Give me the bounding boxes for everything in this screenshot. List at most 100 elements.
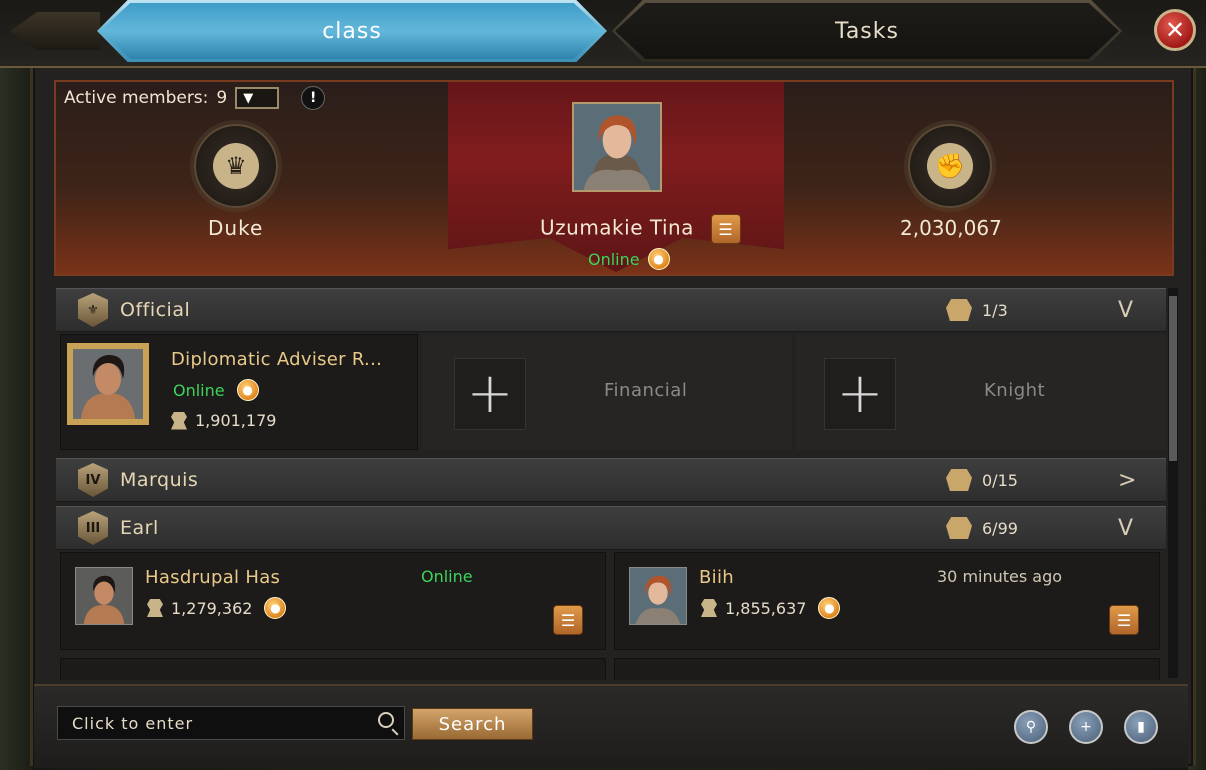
add-knight-button[interactable]: + [824,358,896,430]
tab-class-label: class [322,18,382,44]
section-earl-count-text: 6/99 [982,518,1018,538]
left-wing-deco [10,12,100,50]
tab-class[interactable]: class [97,0,607,62]
member-power-value: 1,855,637 [725,598,807,618]
power-emblem: ✊ [908,124,992,208]
knight-slot[interactable]: + Knight [796,334,1166,450]
official-member-status-text: Online [173,380,225,400]
scrollbar-thumb[interactable] [1169,296,1177,461]
member-menu-button[interactable]: ☰ [1109,605,1139,635]
plus-icon: + [836,361,884,426]
fire-icon: ● [264,597,287,619]
rank-title: Duke [208,216,264,240]
active-members: Active members: 9 ▼ ! [64,86,326,110]
member-power: 1,855,637 ● [701,597,841,619]
locate-member-button[interactable]: ⚲ [1014,710,1048,744]
leader-avatar[interactable] [572,102,662,192]
leader-name: Uzumakie Tina [540,215,694,240]
member-name: Hasdrupal Has [145,567,281,588]
section-earl-toggle[interactable]: V [1118,516,1133,541]
filter-button[interactable]: ▼ [235,87,280,109]
official-member-name: Diplomatic Adviser R... [171,349,383,370]
close-button[interactable]: ✕ [1154,9,1196,51]
member-list[interactable]: ⚜ Official 1/3 V Diplomatic Adviser R...… [56,288,1166,680]
fist-icon [171,411,187,430]
list-icon: ☰ [718,219,734,239]
earl-rank-icon: III [78,511,108,545]
helmet-icon [946,299,972,321]
tab-tasks-label: Tasks [835,18,899,44]
section-marquis-label: Marquis [120,469,199,491]
search-input[interactable]: Click to enter [57,706,405,740]
list-icon: ☰ [560,610,576,630]
section-earl[interactable]: III Earl 6/99 V [56,506,1166,550]
knight-label: Knight [984,380,1046,401]
search-icon[interactable] [378,712,394,728]
add-user-icon: + [1080,719,1092,735]
fire-icon: ● [647,248,670,270]
list-item[interactable] [60,658,606,680]
power-value: 2,030,067 [900,216,1002,240]
official-member-status: Online ● [173,379,259,401]
section-earl-label: Earl [120,517,159,539]
section-marquis-count-text: 0/15 [982,470,1018,490]
member-avatar[interactable] [629,567,687,625]
section-marquis-toggle[interactable]: > [1118,468,1136,493]
plus-icon: + [466,361,514,426]
add-financial-button[interactable]: + [454,358,526,430]
stats-icon: ▮ [1137,719,1145,735]
financial-slot[interactable]: + Financial [422,334,792,450]
official-member-card[interactable]: Diplomatic Adviser R... Online ● 1,901,1… [60,334,418,450]
locate-icon: ⚲ [1025,719,1037,735]
official-member-power: 1,901,179 [171,411,276,430]
leader-status: Online ● [588,248,670,270]
member-avatar[interactable] [75,567,133,625]
fist-icon: ✊ [927,143,973,189]
list-item[interactable]: Hasdrupal Has Online 1,279,362 ● ☰ [60,552,606,650]
crown-icon: ♛ [213,143,259,189]
tab-bar: class Tasks ✕ [0,0,1206,68]
search-placeholder: Click to enter [72,713,194,733]
search-button[interactable]: Search [412,708,533,740]
helmet-icon [946,469,972,491]
list-scrollbar[interactable] [1168,288,1178,678]
section-official-count-text: 1/3 [982,300,1008,320]
member-power: 1,279,362 ● [147,597,287,619]
leader-menu-button[interactable]: ☰ [710,214,741,244]
section-official[interactable]: ⚜ Official 1/3 V [56,288,1166,332]
filter-icon: ▼ [243,90,254,106]
close-icon: ✕ [1164,16,1186,44]
member-name: Biih [699,567,734,588]
section-official-toggle[interactable]: V [1118,298,1133,323]
add-member-button[interactable]: + [1069,710,1103,744]
marquis-rank-icon: IV [78,463,108,497]
rank-emblem: ♛ [194,124,278,208]
class-header: Active members: 9 ▼ ! ♛ Duke Uzumakie Ti… [54,80,1174,276]
section-marquis-count: 0/15 [946,469,1018,491]
member-status: 30 minutes ago [937,567,1063,586]
list-icon: ☰ [1116,610,1132,630]
section-earl-count: 6/99 [946,517,1018,539]
active-members-label: Active members: [64,88,209,108]
official-member-power-value: 1,901,179 [195,411,277,430]
member-power-value: 1,279,362 [171,598,253,618]
tab-tasks[interactable]: Tasks [612,0,1122,62]
official-avatar[interactable] [67,343,149,425]
fire-icon: ● [818,597,841,619]
left-border-deco [0,0,32,770]
section-official-label: Official [120,299,191,321]
list-item[interactable] [614,658,1160,680]
list-item[interactable]: Biih 30 minutes ago 1,855,637 ● ☰ [614,552,1160,650]
fire-icon: ● [236,379,259,401]
helmet-icon [946,517,972,539]
section-official-count: 1/3 [946,299,1008,321]
section-marquis[interactable]: IV Marquis 0/15 > [56,458,1166,502]
info-icon[interactable]: ! [301,86,326,110]
stats-button[interactable]: ▮ [1124,710,1158,744]
member-status: Online [421,567,473,586]
fist-icon [701,599,717,617]
official-rank-icon: ⚜ [78,293,108,327]
member-menu-button[interactable]: ☰ [553,605,583,635]
active-members-count: 9 [216,88,228,108]
leader-status-text: Online [588,249,640,269]
